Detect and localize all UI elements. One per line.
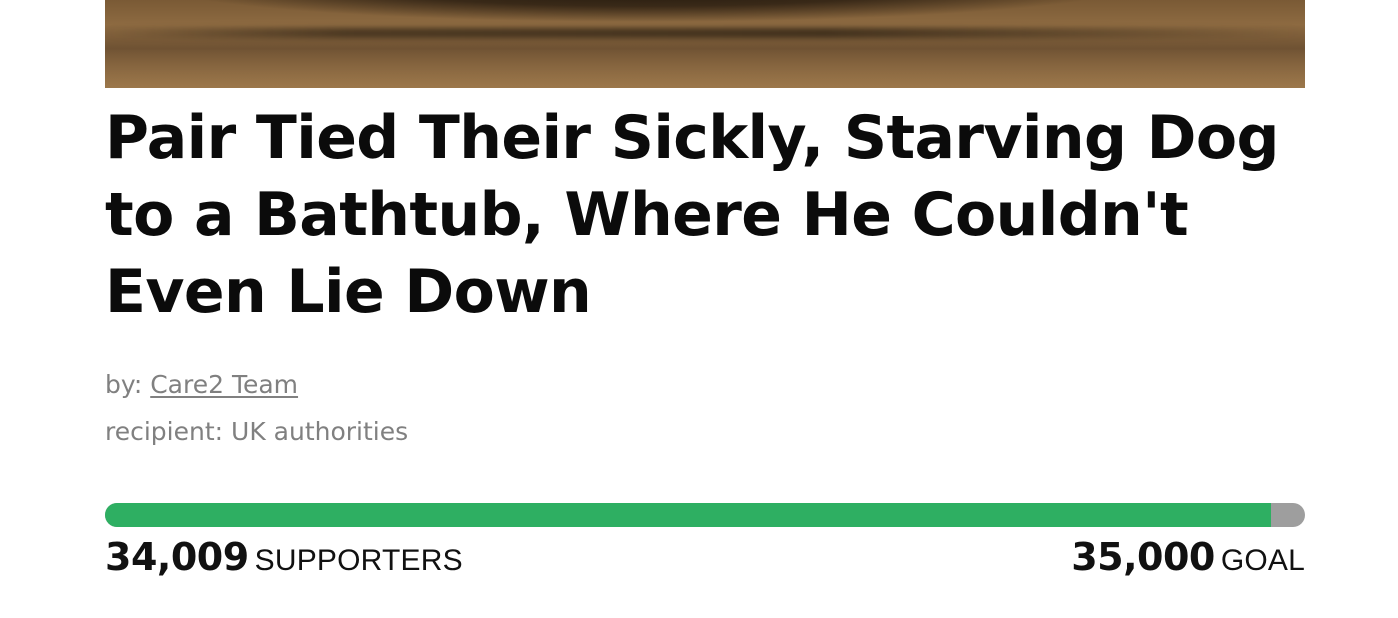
goal-label: GOAL — [1220, 544, 1305, 577]
author-link[interactable]: Care2 Team — [150, 370, 298, 399]
signature-progress-fill — [105, 503, 1272, 527]
petition-title: Pair Tied Their Sickly, Starving Dog to … — [105, 103, 1279, 327]
supporters-label: SUPPORTERS — [254, 544, 463, 577]
recipient-value: UK authorities — [231, 417, 409, 446]
petition-author-line: by: Care2 Team — [105, 370, 298, 399]
supporters-stat: 34,009 SUPPORTERS — [105, 535, 463, 579]
recipient-prefix: recipient: — [105, 417, 232, 446]
petition-recipient-line: recipient: UK authorities — [105, 417, 408, 446]
author-prefix: by: — [105, 370, 151, 399]
petition-hero-image — [105, 0, 1305, 88]
goal-count: 35,000 — [1071, 535, 1215, 579]
supporters-count: 34,009 — [105, 535, 249, 579]
goal-stat: 35,000 GOAL — [1071, 535, 1305, 579]
signature-progress-bar — [105, 503, 1305, 527]
